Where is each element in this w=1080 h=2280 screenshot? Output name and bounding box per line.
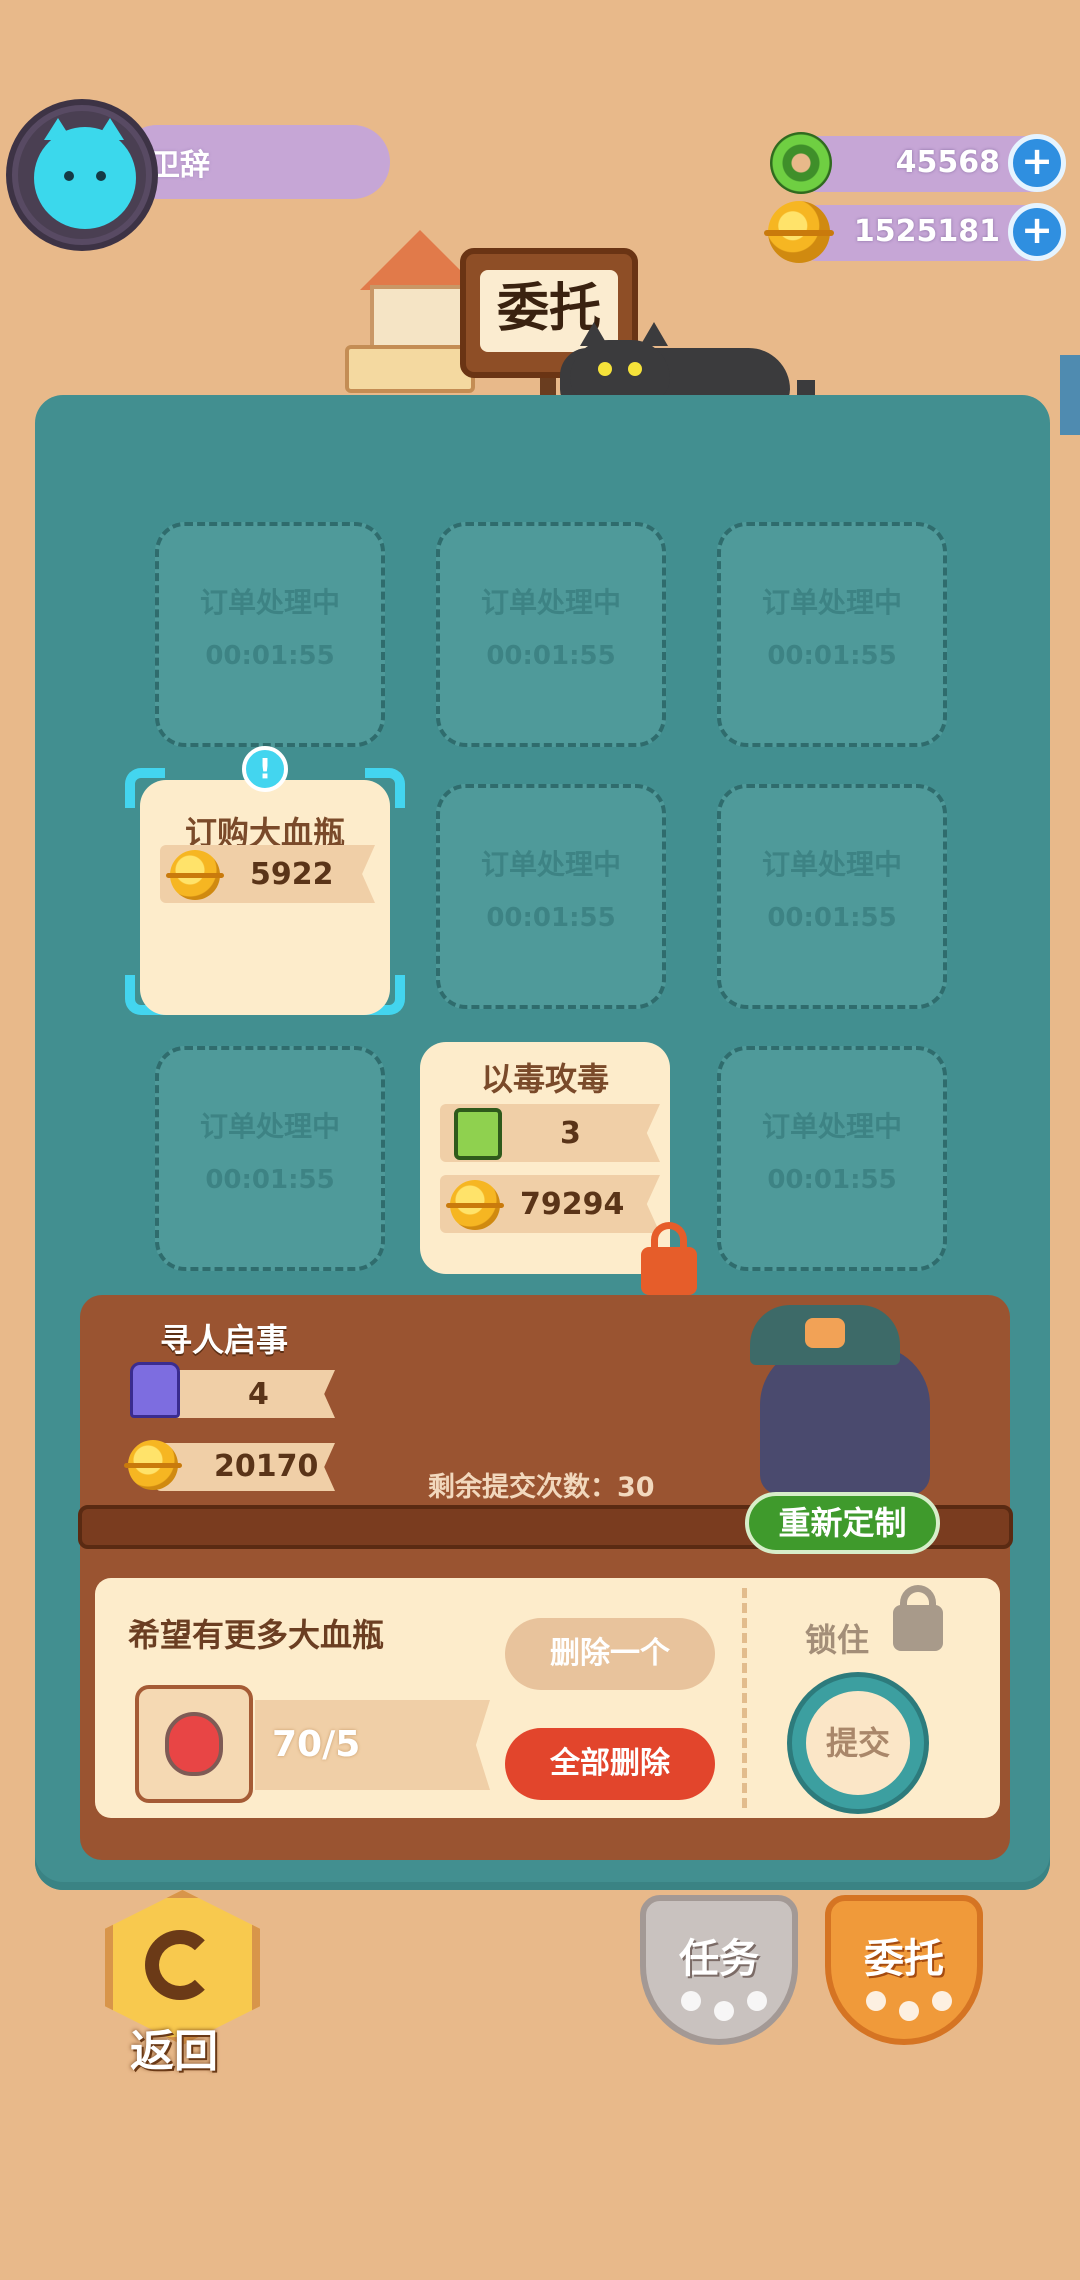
back-arrow-icon (145, 1930, 215, 2000)
delete-one-button[interactable]: 删除一个 (505, 1618, 715, 1690)
slot-timer: 00:01:55 (486, 903, 616, 933)
back-label: 返回 (130, 2026, 218, 2077)
slot-status: 订单处理中 (480, 848, 621, 881)
coin-count: 1525181 (853, 214, 1000, 249)
cat-eye-right (628, 362, 642, 376)
player-name: 卫辞 (150, 148, 210, 183)
slot-timer: 00:01:55 (205, 1165, 335, 1195)
cat-ear-right (640, 322, 668, 346)
slot-status: 订单处理中 (761, 586, 902, 619)
quest-title: 寻人启事 (160, 1321, 289, 1359)
pending-slot: 订单处理中 00:01:55 (717, 1046, 947, 1271)
slot-status: 订单处理中 (480, 586, 621, 619)
paw-toe (681, 1991, 701, 2011)
cat-head (570, 340, 670, 402)
order-title: 以毒攻毒 (480, 1060, 609, 1098)
slot-timer: 00:01:55 (767, 641, 897, 671)
gold-coin-icon (166, 850, 224, 900)
slot-status: 订单处理中 (199, 586, 340, 619)
tab-entrust[interactable]: 委托 (825, 1895, 983, 2045)
slot-status: 订单处理中 (199, 1110, 340, 1143)
slot-timer: 00:01:55 (767, 1165, 897, 1195)
coin-reward: 5922 (250, 857, 334, 892)
paw-toe (747, 1991, 767, 2011)
pending-slot: 订单处理中 00:01:55 (436, 784, 666, 1009)
alert-icon: ! (242, 746, 288, 792)
lock-icon[interactable] (641, 1247, 697, 1295)
screw-reward-ribbon (155, 1370, 335, 1418)
health-potion-icon (165, 1712, 223, 1776)
order-card-selected[interactable]: 订购大血瓶 5922 (140, 780, 390, 1015)
submit-button[interactable]: 提交 (792, 1677, 924, 1809)
paw-toe (899, 2001, 919, 2021)
gold-coin-icon (446, 1180, 504, 1230)
pending-slot: 订单处理中 00:01:55 (717, 784, 947, 1009)
screw-icon (130, 1362, 180, 1418)
npc-character (760, 1345, 930, 1495)
avatar-eye-right (96, 171, 106, 181)
avatar-eye-left (64, 171, 74, 181)
delete-all-button[interactable]: 全部删除 (505, 1728, 715, 1800)
slot-status: 订单处理中 (761, 1110, 902, 1143)
avatar[interactable] (34, 127, 136, 229)
gem-count: 45568 (895, 145, 1000, 180)
tab-label: 任务 (679, 1936, 759, 1982)
coin-reward: 20170 (214, 1449, 319, 1484)
pending-slot: 订单处理中 00:01:55 (436, 522, 666, 747)
paw-toe (866, 1991, 886, 2011)
tab-label: 委托 (864, 1936, 944, 1982)
cat-ear-left (580, 322, 608, 346)
lock-icon[interactable] (893, 1605, 943, 1651)
books-decor (345, 345, 475, 393)
slot-timer: 00:01:55 (486, 641, 616, 671)
paw-toe (714, 2001, 734, 2021)
slot-timer: 00:01:55 (205, 641, 335, 671)
lock-label: 锁住 (805, 1621, 870, 1659)
screw-reward: 4 (248, 1377, 269, 1412)
redesign-button[interactable]: 重新定制 (745, 1492, 940, 1554)
coin-reward: 79294 (520, 1187, 625, 1222)
ticket-divider (742, 1588, 747, 1808)
pending-slot: 订单处理中 00:01:55 (155, 522, 385, 747)
request-progress: 70/5 (272, 1724, 361, 1765)
add-coins-button[interactable]: + (1008, 203, 1066, 261)
pending-slot: 订单处理中 00:01:55 (155, 1046, 385, 1271)
tab-tasks[interactable]: 任务 (640, 1895, 798, 2045)
remaining-submissions: 剩余提交次数：30 (428, 1472, 655, 1503)
cat-eye-left (598, 362, 612, 376)
battery-reward: 3 (560, 1116, 581, 1151)
slot-status: 订单处理中 (761, 848, 902, 881)
request-text: 希望有更多大血瓶 (128, 1616, 385, 1654)
side-drawer-tab[interactable] (1060, 355, 1080, 435)
battery-icon (454, 1108, 502, 1160)
order-card[interactable]: 以毒攻毒 3 79294 (420, 1042, 670, 1274)
npc-cap-badge (805, 1318, 845, 1348)
gold-coin-icon (124, 1440, 182, 1490)
pending-slot: 订单处理中 00:01:55 (717, 522, 947, 747)
slot-timer: 00:01:55 (767, 903, 897, 933)
paw-toe (932, 1991, 952, 2011)
add-gems-button[interactable]: + (1008, 134, 1066, 192)
